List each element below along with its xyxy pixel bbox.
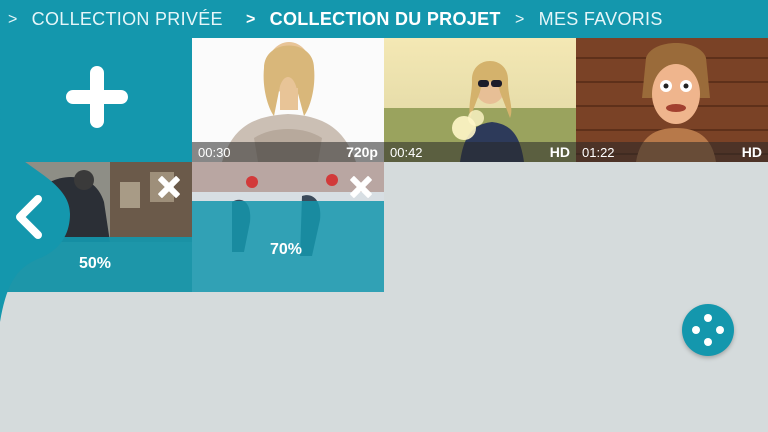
breadcrumb-label: COLLECTION PRIVÉE [31,9,223,29]
video-tile[interactable]: 01:22 HD [576,38,768,162]
breadcrumb-bar: > COLLECTION PRIVÉE > COLLECTION DU PROJ… [0,0,768,38]
video-meta-bar: 01:22 HD [576,142,768,162]
video-duration: 00:30 [198,144,231,160]
chevron-left-icon[interactable] [10,193,46,241]
breadcrumb-private-collection[interactable]: > COLLECTION PRIVÉE [8,9,223,30]
video-meta-bar: 00:30 720p [192,142,384,162]
upload-tile[interactable]: 70% [192,162,384,292]
video-tile[interactable]: 00:30 720p [192,38,384,162]
close-icon[interactable] [156,174,182,200]
video-duration: 01:22 [582,144,615,160]
video-quality-badge: HD [741,144,762,160]
close-icon[interactable] [348,174,374,200]
video-quality-badge: 720p [346,144,378,160]
upload-progress-label: 70% [270,241,303,258]
breadcrumb-favorites[interactable]: > MES FAVORIS [515,9,663,30]
video-tile[interactable]: 00:42 HD [384,38,576,162]
breadcrumb-label: COLLECTION DU PROJET [269,9,501,29]
chevron-right-icon: > [8,10,18,28]
video-duration: 00:42 [390,144,423,160]
chevron-right-icon: > [515,10,525,28]
side-panel [0,38,70,322]
breadcrumb-project-collection[interactable]: > COLLECTION DU PROJET [246,9,501,30]
share-dots-button[interactable] [682,304,734,356]
breadcrumb-label: MES FAVORIS [538,9,663,29]
video-meta-bar: 00:42 HD [384,142,576,162]
video-quality-badge: HD [549,144,570,160]
chevron-right-icon: > [246,10,256,28]
